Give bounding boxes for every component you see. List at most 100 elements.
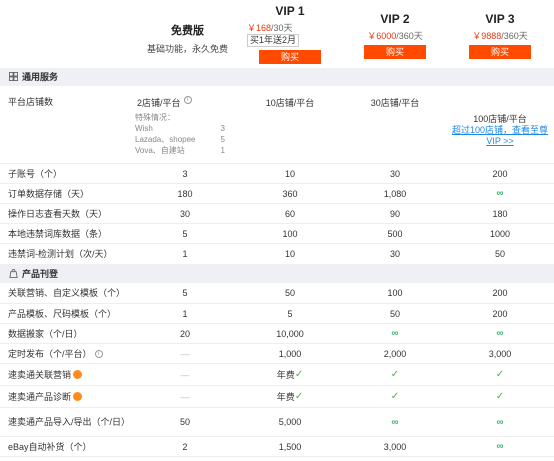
cell-value: 50 xyxy=(284,288,295,298)
cell-value: 100 xyxy=(387,288,403,298)
plan-vip2-price-line: ￥6000/360天 xyxy=(350,30,440,42)
table-row: 违禁词-检测计划（次/天） 1 10 30 50 xyxy=(0,244,554,265)
special-case-name: Lazada、shopee xyxy=(135,135,196,144)
cell-free: 1 xyxy=(140,244,230,264)
cell-label: 产品模板、尺码模板（个） xyxy=(8,304,128,323)
cell-free: 5 xyxy=(140,224,230,243)
plan-vip3-period: /360天 xyxy=(501,31,528,41)
cell-value: 10 xyxy=(284,249,295,259)
special-case-item: Lazada、shopee 5 xyxy=(135,134,225,145)
row-label: 关联营销、自定义模板（个） xyxy=(8,288,126,298)
info-icon[interactable]: i xyxy=(94,349,103,358)
cell-value: 50 xyxy=(179,417,190,427)
cell-value: 60 xyxy=(284,208,295,219)
cell-value: 180 xyxy=(177,188,193,199)
cell-v2: ∞ xyxy=(345,324,445,343)
cell-label: 订单数据存储（天） xyxy=(8,184,128,203)
plan-vip2: VIP 2 ￥6000/360天 购买 xyxy=(350,12,440,59)
cell-v2: 1,080 xyxy=(345,184,445,203)
grid-icon xyxy=(9,72,18,81)
cell-v2: ∞ xyxy=(345,408,445,436)
bag-icon xyxy=(9,269,18,278)
shop-count-v3-value: 100店铺/平台 xyxy=(473,114,527,124)
plan-free-name: 免费版 xyxy=(171,25,204,37)
row-label: 数据搬家（个/日） xyxy=(8,328,83,339)
info-icon[interactable]: i xyxy=(183,96,192,104)
cell-v1: 100 xyxy=(240,224,340,243)
row-label: 操作日志查看天数（天） xyxy=(8,208,108,219)
cell-v1: 年费 ✓ xyxy=(240,364,340,385)
cell-v3: 200 xyxy=(450,283,550,303)
cell-v3: ✓ xyxy=(450,364,550,385)
cell-v2: 50 xyxy=(345,304,445,323)
cell-v3: 50 xyxy=(450,244,550,264)
cell-v1: 5,000 xyxy=(240,408,340,436)
cell-value: 1 xyxy=(182,249,188,259)
plan-header: 免费版 基础功能，永久免费 VIP 1 ￥168/30天 买1年送2月 购买 V… xyxy=(0,0,554,66)
cell-value: 200 xyxy=(492,168,508,179)
cell-value: ∞ xyxy=(391,416,399,428)
cell-value: 5 xyxy=(287,308,293,319)
cell-v3: 200 xyxy=(450,164,550,183)
cell-v3: ∞ xyxy=(450,184,550,203)
row-label: 产品模板、尺码模板（个） xyxy=(8,308,117,319)
cell-value: 3,000 xyxy=(488,348,512,359)
cell-v1: 1,000 xyxy=(240,344,340,363)
plan-free: 免费版 基础功能，永久免费 xyxy=(140,22,235,55)
vip2-buy-button[interactable]: 购买 xyxy=(364,45,426,59)
cell-free: 2 xyxy=(140,437,230,456)
plan-vip3-price-line: ￥9888/360天 xyxy=(455,30,545,42)
table-row: 数据搬家（个/日） 20 10,000 ∞ ∞ xyxy=(0,324,554,344)
cell-v1: 年费 ✓ xyxy=(240,386,340,407)
table-row: 操作日志查看天数（天） 30 60 90 180 xyxy=(0,204,554,224)
row-label: 订单数据存储（天） xyxy=(8,188,90,199)
cell-value: 年费 xyxy=(276,392,295,402)
cell-v3: ∞ xyxy=(450,437,550,456)
cell-value: 3,000 xyxy=(383,441,407,452)
cell-v2: 100 xyxy=(345,283,445,303)
cell-value: 100 xyxy=(282,228,298,239)
cell-value: ✓ xyxy=(495,391,505,402)
cell-free: 5 xyxy=(140,283,230,303)
cell-label: 速卖通产品诊断 xyxy=(8,386,128,407)
vip3-buy-button[interactable]: 购买 xyxy=(469,45,531,59)
cell-label: 操作日志查看天数（天） xyxy=(8,204,128,223)
cell-label: 违禁词-检测计划（次/天） xyxy=(8,244,128,264)
vip1-buy-button[interactable]: 购买 xyxy=(259,50,321,64)
cell-value: 30 xyxy=(179,208,190,219)
cell-free: 30 xyxy=(140,204,230,223)
cell-value: 5 xyxy=(182,288,188,298)
cell-value: 30 xyxy=(389,249,400,259)
cell-value: 3 xyxy=(182,168,188,179)
supreme-vip-link[interactable]: 超过100店铺，查看至尊VIP >> xyxy=(450,125,550,147)
cell-label: 本地违禁词库数据（条） xyxy=(8,224,128,243)
plan-vip3-name: VIP 3 xyxy=(485,12,515,26)
special-case-value: 3 xyxy=(220,124,225,133)
row-label: 定时发布（个/平台） xyxy=(8,348,92,359)
plan-free-desc: 基础功能，永久免费 xyxy=(146,44,228,54)
cell-free: 3 xyxy=(140,164,230,183)
row-label: 本地违禁词库数据（条） xyxy=(8,228,108,239)
shop-count-free-value: 2店铺/平台 xyxy=(137,98,181,108)
row-label: 速卖通产品导入/导出（个/日） xyxy=(8,417,131,427)
row-label: 速卖通关联营销 xyxy=(8,369,72,380)
cell-free: — xyxy=(140,386,230,407)
cell-value: ∞ xyxy=(496,441,504,452)
cell-value: ∞ xyxy=(496,416,504,428)
cell-free: 180 xyxy=(140,184,230,203)
cell-value: ✓ xyxy=(390,369,400,380)
cell-v3: 180 xyxy=(450,204,550,223)
cell-v2: ✓ xyxy=(345,364,445,385)
cell-label: 速卖通关联营销 xyxy=(8,364,128,385)
cell-value: ∞ xyxy=(496,188,504,199)
cell-value: ✓ xyxy=(495,369,505,380)
cell-value: ∞ xyxy=(391,328,399,339)
cell-label: 定时发布（个/平台） i xyxy=(8,344,128,363)
shop-count-v1: 10店铺/平台 xyxy=(265,98,315,108)
special-case-value: 5 xyxy=(220,135,225,144)
cell-value: 2,000 xyxy=(383,348,407,359)
plan-vip1-price: ￥168 xyxy=(247,23,272,33)
section-general: 通用服务 xyxy=(0,68,554,86)
cell-v3: 200 xyxy=(450,304,550,323)
plan-vip1: VIP 1 ￥168/30天 买1年送2月 购买 xyxy=(245,4,335,64)
